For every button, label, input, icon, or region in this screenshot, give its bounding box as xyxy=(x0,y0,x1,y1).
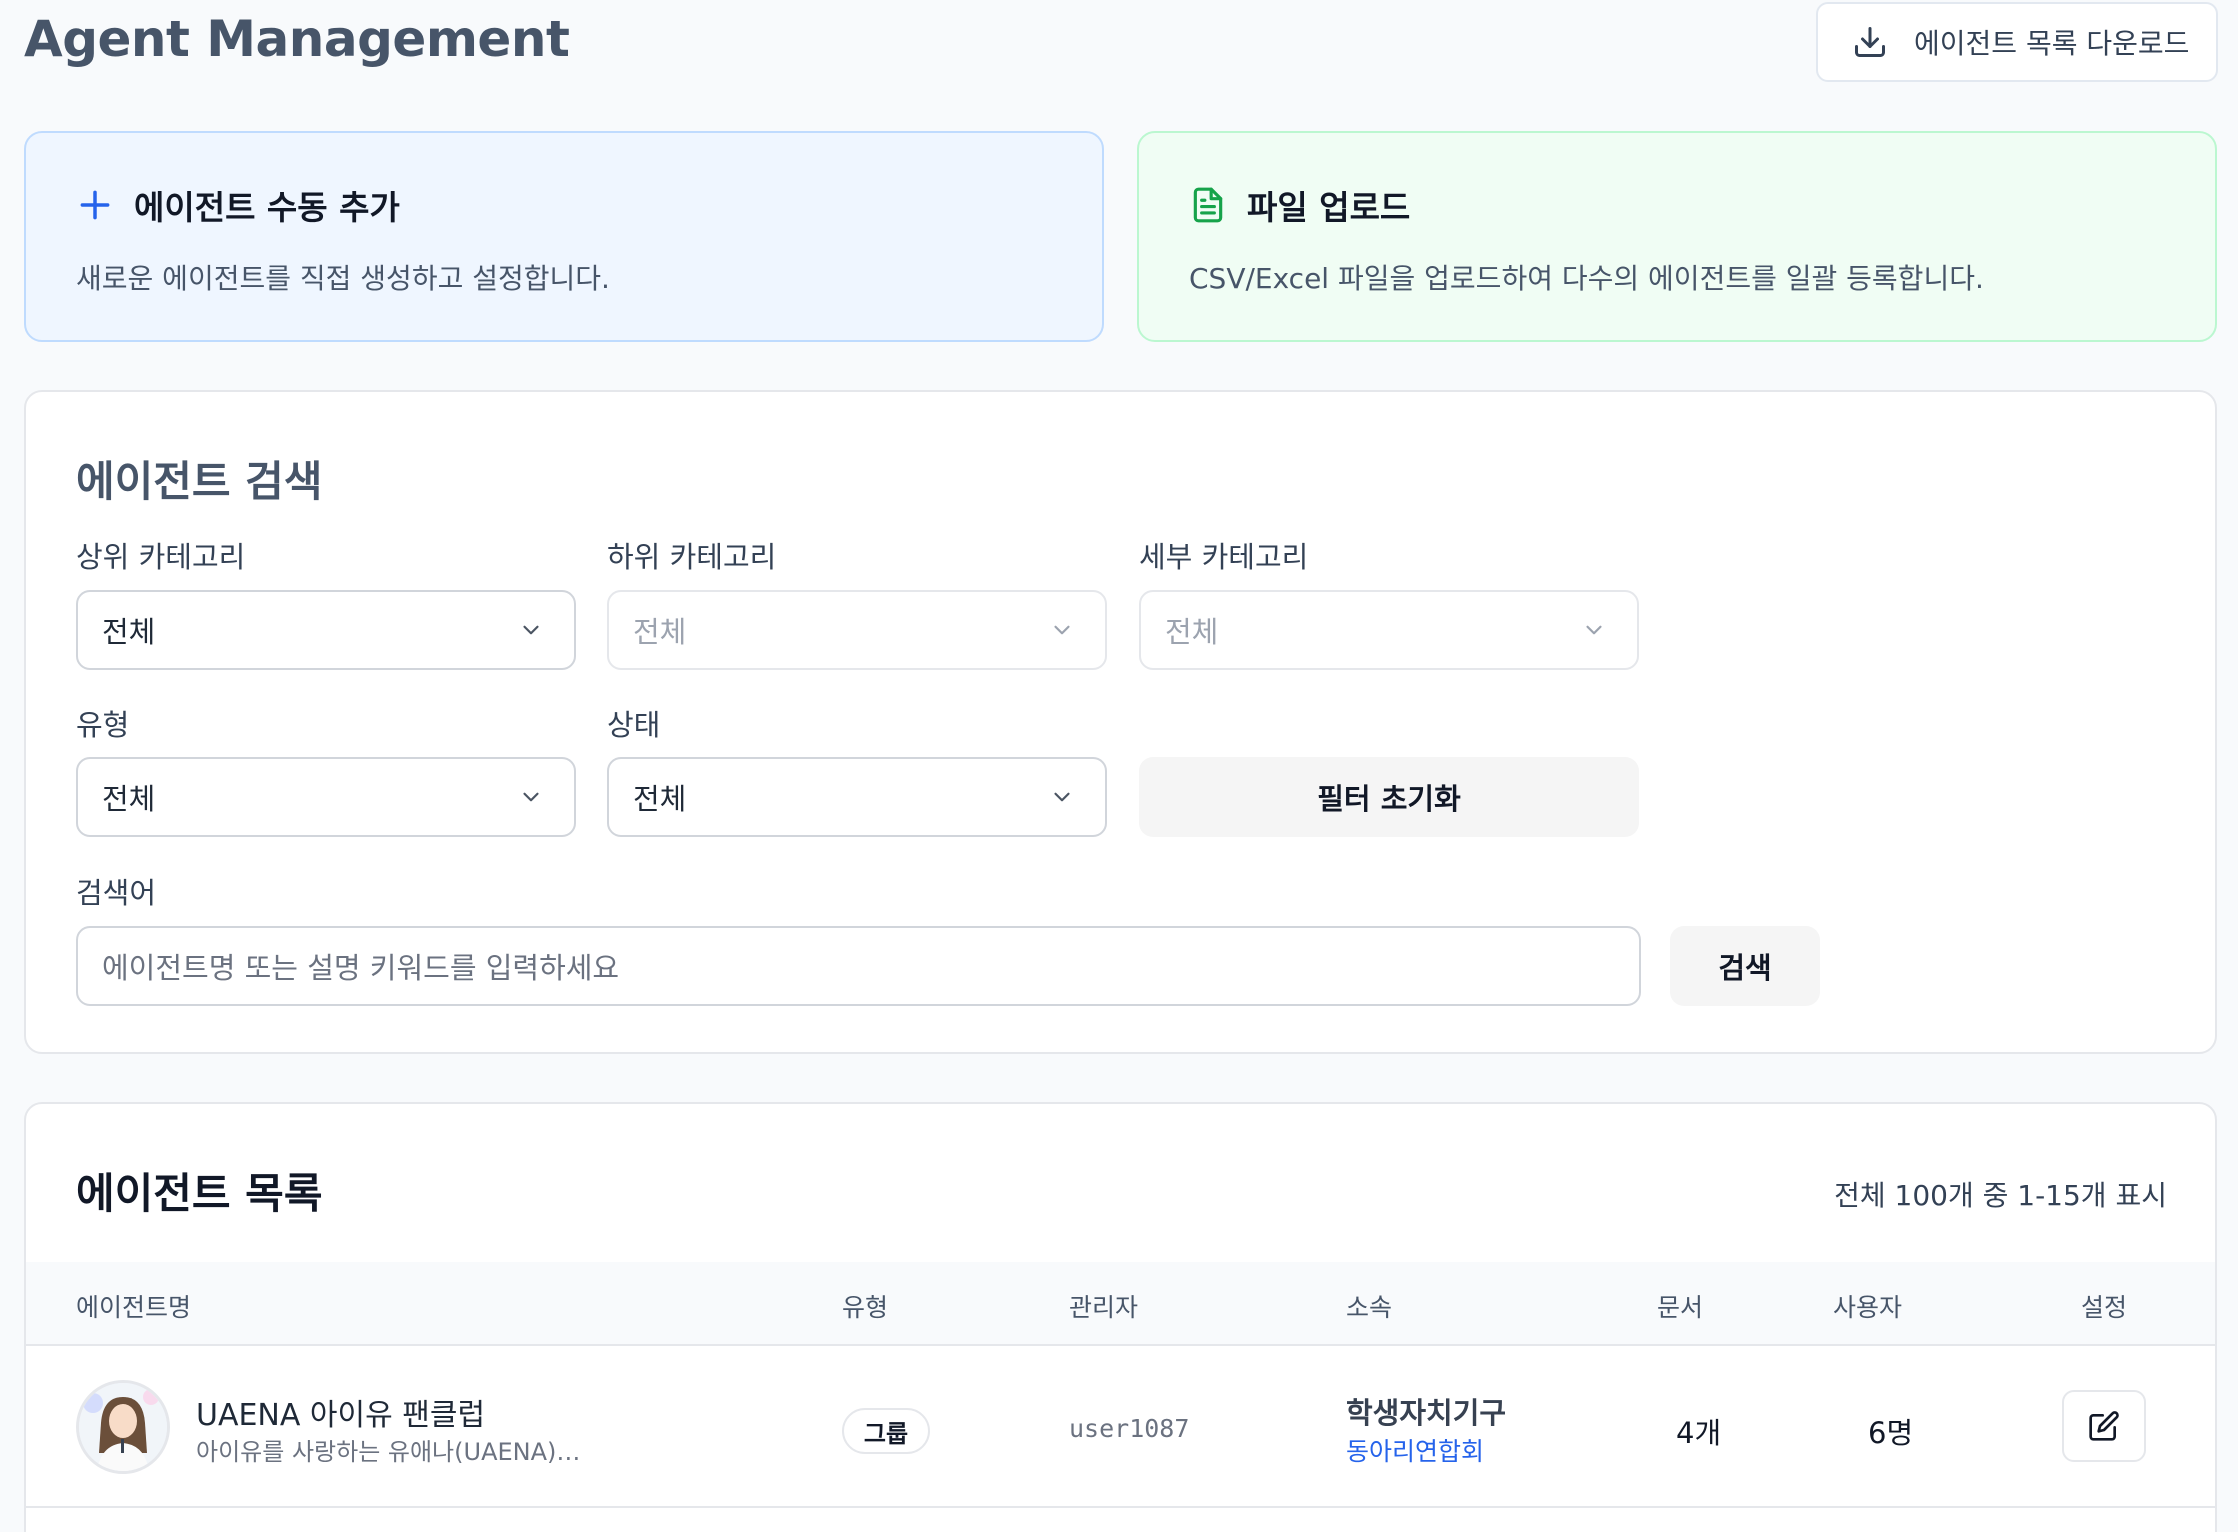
search-input[interactable]: 에이전트명 또는 설명 키워드를 입력하세요 xyxy=(76,926,1641,1006)
table-row[interactable]: UAENA 아이유 팬클럽 아이유를 사랑하는 유애나(UAENA)… 그룹 u… xyxy=(26,1346,2215,1508)
edit-icon xyxy=(2089,1411,2119,1441)
chevron-down-icon xyxy=(523,625,539,635)
status-select[interactable]: 전체 xyxy=(607,757,1107,837)
page: Agent Management 에이전트 목록 다운로드 에이전트 수동 추가… xyxy=(0,0,2238,1532)
download-button-label: 에이전트 목록 다운로드 xyxy=(1914,27,2190,60)
file-text-icon xyxy=(1193,187,1223,223)
search-button[interactable]: 검색 xyxy=(1670,926,1820,1006)
download-icon xyxy=(1855,27,1885,57)
column-header-name[interactable]: 에이전트명 xyxy=(76,1288,191,1324)
manual-add-card[interactable]: 에이전트 수동 추가 새로운 에이전트를 직접 생성하고 설정합니다. xyxy=(24,131,1104,342)
download-list-button[interactable]: 에이전트 목록 다운로드 xyxy=(1816,2,2218,82)
file-upload-card[interactable]: 파일 업로드 CSV/Excel 파일을 업로드하여 다수의 에이전트를 일괄 … xyxy=(1137,131,2217,342)
type-select[interactable]: 전체 xyxy=(76,757,576,837)
detail-category-select[interactable]: 전체 xyxy=(1139,590,1639,670)
table-header: 에이전트명 유형 관리자 소속 문서 사용자 설정 xyxy=(26,1262,2215,1346)
top-category-select[interactable]: 전체 xyxy=(76,590,576,670)
status-value: 전체 xyxy=(633,782,687,816)
keyword-label: 검색어 xyxy=(76,876,157,910)
file-upload-description: CSV/Excel 파일을 업로드하여 다수의 에이전트를 일괄 등록합니다. xyxy=(1189,262,1984,295)
chevron-down-icon xyxy=(523,792,539,802)
top-category-label: 상위 카테고리 xyxy=(76,540,246,574)
page-title: Agent Management xyxy=(24,10,570,68)
detail-category-label: 세부 카테고리 xyxy=(1139,540,1309,574)
type-label: 유형 xyxy=(76,708,130,742)
type-badge: 그룹 xyxy=(842,1408,930,1454)
detail-category-value: 전체 xyxy=(1165,615,1219,649)
column-header-docs[interactable]: 문서 xyxy=(1657,1288,1703,1324)
org-sub-link[interactable]: 동아리연합회 xyxy=(1346,1432,1484,1468)
type-value: 전체 xyxy=(102,782,156,816)
file-upload-title: 파일 업로드 xyxy=(1247,188,1411,227)
column-header-org[interactable]: 소속 xyxy=(1346,1288,1392,1324)
sub-category-select[interactable]: 전체 xyxy=(607,590,1107,670)
users-count: 6명 xyxy=(1868,1416,1914,1450)
column-header-settings: 설정 xyxy=(2081,1293,2128,1322)
search-placeholder: 에이전트명 또는 설명 키워드를 입력하세요 xyxy=(102,951,620,985)
chevron-down-icon xyxy=(1054,792,1070,802)
agent-list-panel: 에이전트 목록 전체 100개 중 1-15개 표시 에이전트명 유형 관리자 … xyxy=(24,1102,2217,1532)
org-main: 학생자치기구 xyxy=(1346,1396,1507,1430)
column-header-type[interactable]: 유형 xyxy=(842,1288,888,1324)
edit-button[interactable] xyxy=(2062,1390,2146,1462)
chevron-down-icon xyxy=(1054,625,1070,635)
list-title: 에이전트 목록 xyxy=(76,1169,323,1218)
sub-category-value: 전체 xyxy=(633,615,687,649)
agent-name[interactable]: UAENA 아이유 팬클럽 xyxy=(196,1390,485,1434)
column-header-users[interactable]: 사용자 xyxy=(1833,1288,1902,1324)
manual-add-title: 에이전트 수동 추가 xyxy=(134,188,400,227)
manual-add-description: 새로운 에이전트를 직접 생성하고 설정합니다. xyxy=(76,262,610,295)
agent-search-panel: 에이전트 검색 상위 카테고리 전체 하위 카테고리 전체 세부 카테고리 전체… xyxy=(24,390,2217,1054)
list-count: 전체 100개 중 1-15개 표시 xyxy=(1834,1179,2167,1212)
avatar xyxy=(76,1380,170,1474)
manager-id: user1087 xyxy=(1069,1414,1190,1443)
docs-count: 4개 xyxy=(1676,1416,1722,1450)
plus-icon xyxy=(80,190,110,220)
top-category-value: 전체 xyxy=(102,615,156,649)
sub-category-label: 하위 카테고리 xyxy=(607,540,777,574)
status-label: 상태 xyxy=(607,708,661,742)
chevron-down-icon xyxy=(1586,625,1602,635)
search-panel-title: 에이전트 검색 xyxy=(76,457,323,506)
agent-description: 아이유를 사랑하는 유애나(UAENA)… xyxy=(196,1438,581,1466)
reset-filters-button[interactable]: 필터 초기화 xyxy=(1139,757,1639,837)
column-header-manager[interactable]: 관리자 xyxy=(1069,1288,1138,1324)
